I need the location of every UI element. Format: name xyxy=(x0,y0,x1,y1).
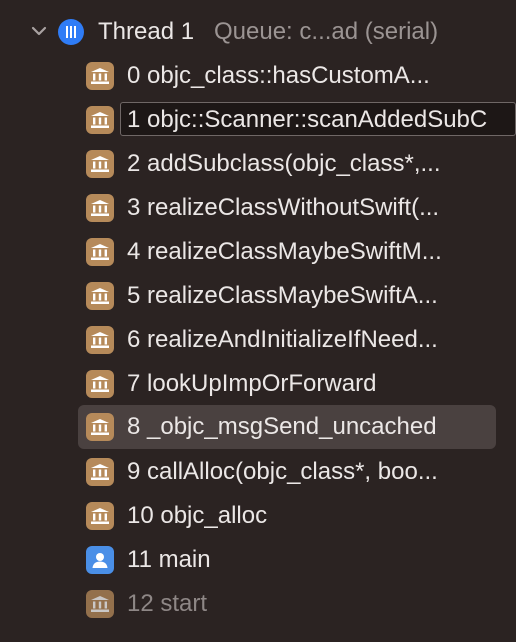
stack-frame-row[interactable]: 9 callAlloc(objc_class*, boo... xyxy=(0,450,516,494)
stack-frame-label: 12 start xyxy=(127,590,208,617)
thread-row[interactable]: Thread 1 Queue: c...ad (serial) xyxy=(0,10,516,54)
library-icon xyxy=(86,326,114,354)
stack-frame-label: 4 realizeClassMaybeSwiftM... xyxy=(127,238,442,265)
stack-frame-row[interactable]: 0 objc_class::hasCustomA... xyxy=(0,54,516,98)
thread-title: Thread 1 xyxy=(98,18,195,45)
stack-frame-row[interactable]: 7 lookUpImpOrForward xyxy=(0,362,516,406)
stack-frame-row[interactable]: 5 realizeClassMaybeSwiftA... xyxy=(0,274,516,318)
thread-queue-label: Queue: c...ad (serial) xyxy=(214,18,439,45)
library-icon xyxy=(86,413,114,441)
stack-frame-label: 5 realizeClassMaybeSwiftA... xyxy=(127,282,438,309)
library-icon xyxy=(86,238,114,266)
stack-frame-row-selected[interactable]: 8 _objc_msgSend_uncached xyxy=(78,405,496,449)
stack-frame-label: 6 realizeAndInitializeIfNeed... xyxy=(127,326,438,353)
stack-frame-row[interactable]: 1 objc::Scanner::scanAddedSubC xyxy=(0,98,516,142)
library-icon xyxy=(86,150,114,178)
stack-frame-row[interactable]: 2 addSubclass(objc_class*,... xyxy=(0,142,516,186)
stack-frame-label: 0 objc_class::hasCustomA... xyxy=(127,62,430,89)
stack-frame-label-expanded: 1 objc::Scanner::scanAddedSubC xyxy=(120,102,516,136)
stack-frame-row[interactable]: 11 main xyxy=(0,538,516,582)
stack-frame-row[interactable]: 6 realizeAndInitializeIfNeed... xyxy=(0,318,516,362)
library-icon xyxy=(86,106,114,134)
stack-frame-label: 10 objc_alloc xyxy=(127,502,268,529)
stack-frame-label: 3 realizeClassWithoutSwift(... xyxy=(127,194,440,221)
library-icon xyxy=(86,370,114,398)
user-icon xyxy=(86,546,114,574)
chevron-down-icon[interactable] xyxy=(30,22,48,40)
library-icon xyxy=(86,62,114,90)
stack-frame-label: 8 _objc_msgSend_uncached xyxy=(127,413,437,440)
stack-frame-label: 2 addSubclass(objc_class*,... xyxy=(127,150,441,177)
stack-frame-row[interactable]: 10 objc_alloc xyxy=(0,494,516,538)
stack-frame-label: 7 lookUpImpOrForward xyxy=(127,370,377,397)
stack-frame-row[interactable]: 4 realizeClassMaybeSwiftM... xyxy=(0,230,516,274)
library-icon xyxy=(86,502,114,530)
stack-frame-label: 9 callAlloc(objc_class*, boo... xyxy=(127,458,438,485)
debug-navigator: Thread 1 Queue: c...ad (serial) 0 objc_c… xyxy=(0,0,516,642)
library-icon xyxy=(86,458,114,486)
stack-frame-label: 11 main xyxy=(127,546,211,573)
thread-icon xyxy=(58,19,84,45)
stack-frame-row[interactable]: 3 realizeClassWithoutSwift(... xyxy=(0,186,516,230)
stack-frame-row[interactable]: 12 start xyxy=(0,582,516,626)
library-icon xyxy=(86,282,114,310)
library-icon xyxy=(86,590,114,618)
library-icon xyxy=(86,194,114,222)
